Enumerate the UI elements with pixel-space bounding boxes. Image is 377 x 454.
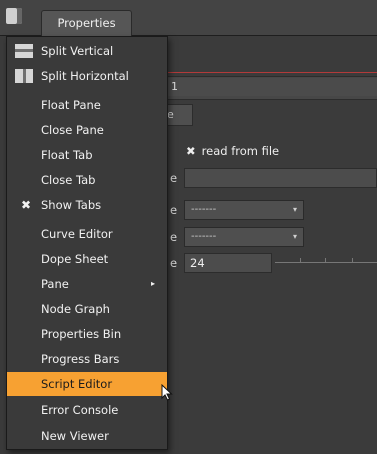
menu-item-script-editor[interactable]: Script Editor xyxy=(7,372,167,396)
menu-item-label: Close Pane xyxy=(41,123,104,137)
menu-item-label: Float Pane xyxy=(41,98,101,112)
pane-context-menu: Split Vertical Split Horizontal Float Pa… xyxy=(6,36,168,450)
fps-field[interactable]: 24 xyxy=(184,253,272,273)
menu-item-show-tabs[interactable]: ✖ Show Tabs xyxy=(7,193,167,217)
menu-item-label: New Viewer xyxy=(41,429,109,443)
menu-item-split-horizontal[interactable]: Split Horizontal xyxy=(7,64,167,88)
menu-item-label: Split Vertical xyxy=(41,44,114,58)
menu-item-label: Error Console xyxy=(41,403,119,417)
file-path-field[interactable] xyxy=(184,168,377,188)
param-label: e xyxy=(170,171,178,185)
checkmark-icon: ✖ xyxy=(21,198,32,212)
format-dropdown[interactable]: ------- ▾ xyxy=(184,200,304,220)
tab-properties[interactable]: Properties xyxy=(41,10,132,36)
menu-item-label: Float Tab xyxy=(41,148,93,162)
dropdown-value: ------- xyxy=(191,204,217,215)
accent-divider xyxy=(160,72,377,73)
menu-item-close-pane[interactable]: Close Pane xyxy=(7,118,167,142)
slider-tick xyxy=(352,258,353,263)
chevron-down-icon: ▾ xyxy=(292,205,297,214)
menu-item-float-pane[interactable]: Float Pane xyxy=(7,93,167,117)
menu-item-label: Split Horizontal xyxy=(41,69,129,83)
menu-item-split-vertical[interactable]: Split Vertical xyxy=(7,39,167,63)
menu-item-progress-bars[interactable]: Progress Bars xyxy=(7,347,167,371)
read-from-file-label: read from file xyxy=(201,144,280,158)
split-horizontal-icon xyxy=(15,69,33,83)
menu-item-label: Pane xyxy=(41,277,69,291)
checkbox-checked-icon: ✖ xyxy=(186,144,196,158)
menu-item-label: Node Graph xyxy=(41,302,110,316)
menu-item-label: Properties Bin xyxy=(41,327,122,341)
menu-item-label: Show Tabs xyxy=(41,198,102,212)
menu-item-close-tab[interactable]: Close Tab xyxy=(7,168,167,192)
menu-item-error-console[interactable]: Error Console xyxy=(7,398,167,422)
colorspace-dropdown[interactable]: ------- ▾ xyxy=(184,227,304,247)
slider-tick xyxy=(300,258,301,263)
submenu-arrow-icon: ▸ xyxy=(150,279,155,288)
param-label: e xyxy=(170,203,178,217)
param-label: e xyxy=(170,256,178,270)
chevron-down-icon: ▾ xyxy=(292,232,297,241)
param-label: e xyxy=(170,230,178,244)
pane-menu-icon[interactable] xyxy=(6,8,22,24)
menu-item-float-tab[interactable]: Float Tab xyxy=(7,143,167,167)
menu-item-properties-bin[interactable]: Properties Bin xyxy=(7,322,167,346)
fps-slider-track[interactable] xyxy=(275,262,377,263)
menu-item-pane[interactable]: Pane ▸ xyxy=(7,272,167,296)
menu-item-label: Close Tab xyxy=(41,173,96,187)
menu-item-label: Dope Sheet xyxy=(41,252,109,266)
slider-tick xyxy=(325,258,326,263)
menu-item-dope-sheet[interactable]: Dope Sheet xyxy=(7,247,167,271)
menu-item-new-viewer[interactable]: New Viewer xyxy=(7,424,167,448)
pane-header: Properties xyxy=(0,0,377,36)
dropdown-value: ------- xyxy=(191,231,217,242)
menu-item-label: Curve Editor xyxy=(41,227,113,241)
menu-item-label: Progress Bars xyxy=(41,352,120,366)
read-from-file-checkbox[interactable]: ✖ read from file xyxy=(186,144,279,158)
menu-item-curve-editor[interactable]: Curve Editor xyxy=(7,222,167,246)
split-vertical-icon xyxy=(15,44,33,58)
menu-item-label: Script Editor xyxy=(41,377,113,391)
menu-item-node-graph[interactable]: Node Graph xyxy=(7,297,167,321)
mouse-pointer-icon xyxy=(161,384,173,401)
node-name-field[interactable]: 1 xyxy=(168,78,377,96)
